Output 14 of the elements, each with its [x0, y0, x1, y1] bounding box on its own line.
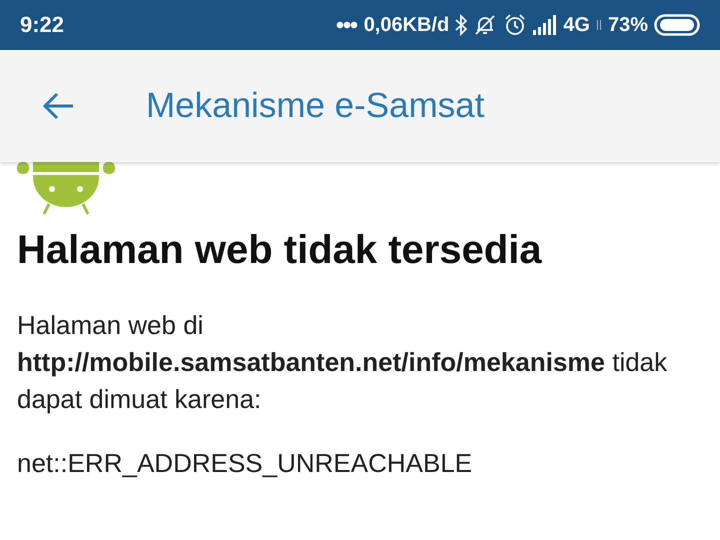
network-type: 4G [563, 14, 590, 36]
alarm-clock-icon [503, 13, 528, 37]
bluetooth-icon [455, 14, 468, 36]
battery-icon [654, 14, 700, 36]
data-rate: 0,06KB/d [364, 14, 450, 36]
muted-bell-icon [473, 13, 498, 37]
clock-time: 9:22 [20, 12, 64, 38]
error-code: net::ERR_ADDRESS_UNREACHABLE [17, 448, 474, 479]
battery-percent: 73% [608, 14, 648, 36]
page-title: Mekanisme e-Samsat [146, 86, 484, 126]
signal-icon [533, 15, 558, 35]
error-heading: Halaman web tidak tersedia [17, 228, 543, 273]
more-notifications-icon [336, 21, 358, 29]
error-message: Halaman web di http://mobile.samsatbanten.net/info/mekanisme tidak dapat dimuat karena: [17, 309, 668, 416]
